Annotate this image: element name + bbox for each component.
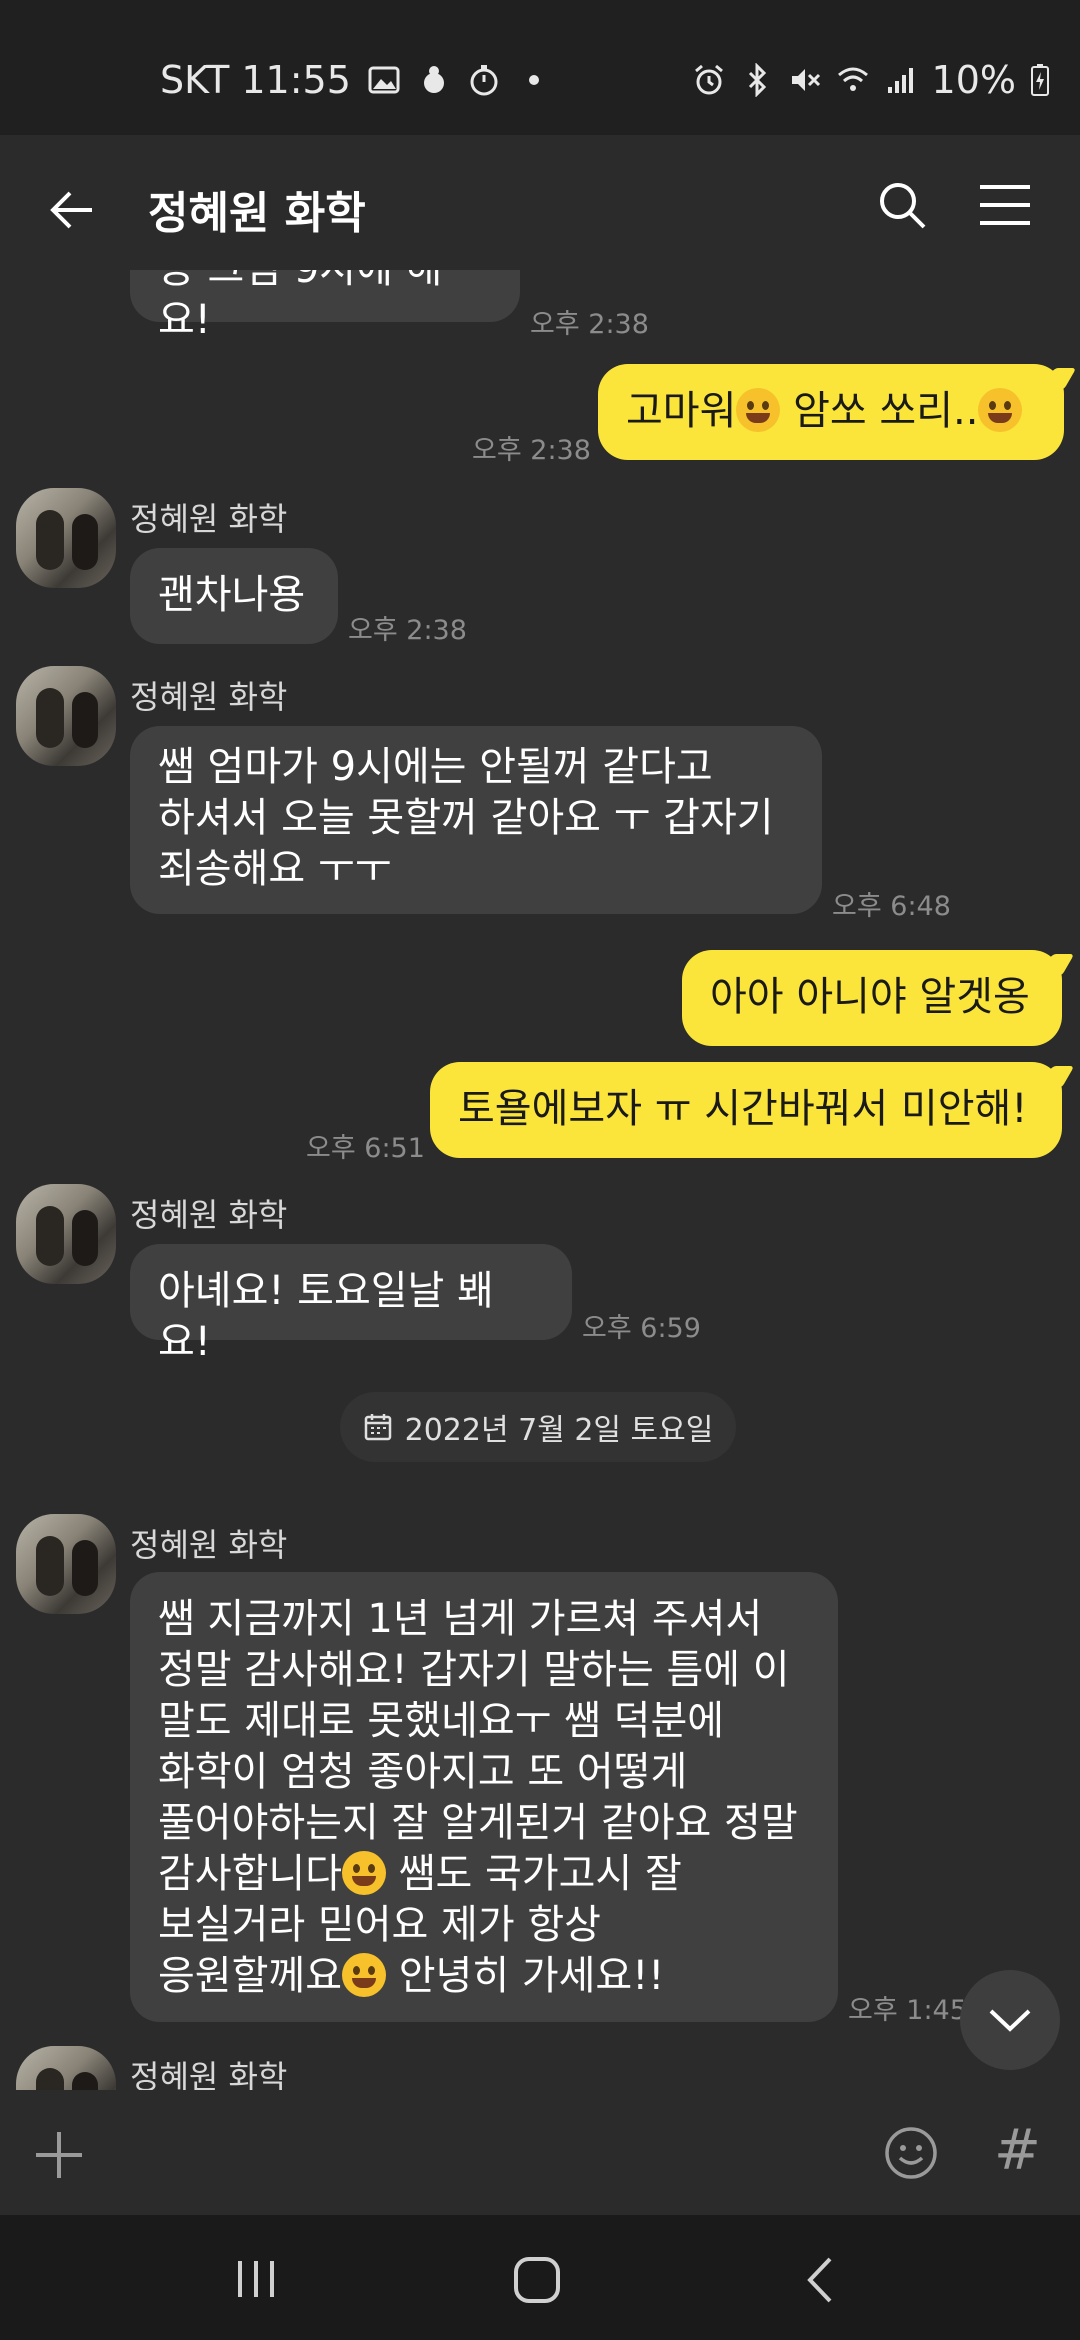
bluetooth-icon (748, 63, 766, 97)
message-line: 보실거라 믿어요 제가 항상 (158, 1902, 601, 1948)
system-nav-bar (0, 2215, 1080, 2340)
message-bubble[interactable]: 꽁 그럼 9시에 해요! (130, 270, 520, 343)
message-text: 아아 아니야 알겟옹 (710, 974, 1030, 1020)
message-line: 감사합니다 쌤도 국가고시 잘 (158, 1851, 682, 1897)
home-icon[interactable] (512, 2255, 562, 2305)
message-time: 오후 2:38 (348, 615, 467, 646)
message-line: 쌤 엄마가 9시에는 안될꺼 같다고 (158, 744, 713, 790)
message-list[interactable]: 꽁 그럼 9시에 해요! 오후 2:38 고마워 암쏘 쏘리.. 오후 2:38… (0, 270, 1080, 2090)
carrier-time: SKT 11:55 (160, 58, 351, 102)
menu-icon[interactable] (978, 183, 1032, 227)
chat-title: 정혜원 화학 (148, 188, 366, 239)
message-line: 풀어야하는지 잘 알게된거 같아요 정말 (158, 1800, 798, 1846)
date-text: 2022년 7월 2일 토요일 (404, 1413, 714, 1448)
message-line: 쌤 지금까지 1년 넘게 가르쳐 주셔서 (158, 1596, 763, 1642)
message-bubble[interactable]: 아녜요! 토요일날 봬요! (130, 1244, 572, 1365)
sender-name: 정혜원 화학 (130, 678, 288, 716)
status-bar: SKT 11:55 10% (0, 0, 1080, 135)
message-time: 오후 6:59 (582, 1313, 701, 1344)
grinning-emoji-icon (736, 388, 781, 432)
recent-apps-icon[interactable] (234, 2257, 278, 2301)
message-text: 꽁 그럼 9시에 해요! (158, 270, 442, 343)
message-line: 응원할께요 안녕히 가세요!! (158, 1953, 665, 1999)
status-right: 10% (692, 58, 1050, 102)
message-text: 고마워 (626, 388, 737, 434)
search-icon[interactable] (876, 179, 928, 231)
avatar[interactable] (16, 1514, 116, 1614)
wifi-icon (837, 67, 868, 91)
back-nav-icon[interactable] (802, 2255, 838, 2305)
message-bubble[interactable]: 아아 아니야 알겟옹 (682, 950, 1062, 1046)
message-bubble[interactable]: 쌤 엄마가 9시에는 안될꺼 같다고 하셔서 오늘 못할꺼 같아요 ㅜ 갑자기 … (130, 726, 822, 914)
message-time: 오후 2:38 (472, 435, 591, 466)
message-input-bar[interactable]: # (0, 2090, 1080, 2215)
avatar[interactable] (16, 1184, 116, 1284)
message-time: 오후 1:45 (848, 1995, 967, 2026)
battery-charging-icon (1031, 64, 1049, 96)
calendar-icon (364, 1414, 391, 1441)
message-text: 괜차나용 (158, 572, 306, 618)
scroll-to-bottom-button[interactable] (960, 1970, 1060, 2070)
notification-app-icon (423, 66, 444, 93)
chat-header: 정혜원 화학 (0, 135, 1080, 285)
message-bubble[interactable]: 고마워 암쏘 쏘리.. (598, 364, 1064, 460)
message-time: 오후 6:51 (306, 1133, 425, 1164)
emoji-icon[interactable] (884, 2126, 938, 2180)
message-text: 암쏘 쏘리.. (780, 388, 979, 434)
signal-icon (887, 68, 913, 93)
message-bubble[interactable]: 쌤 지금까지 1년 넘게 가르쳐 주셔서 정말 감사해요! 갑자기 말하는 틈에… (130, 1572, 838, 2022)
message-bubble[interactable]: 토욜에보자 ㅠ 시간바꿔서 미안해! (430, 1062, 1062, 1158)
sender-name: 정혜원 화학 (130, 1526, 288, 1564)
message-line: 정말 감사해요! 갑자기 말하는 틈에 이 (158, 1647, 790, 1693)
timer-icon (470, 65, 498, 96)
smiling-emoji-icon (342, 1851, 386, 1895)
message-line: 화학이 엄청 좋아지고 또 어떻게 (158, 1749, 688, 1795)
sender-name: 정혜원 화학 (130, 1196, 288, 1234)
sender-name: 정혜원 화학 (130, 500, 288, 538)
hugging-emoji-icon (342, 1953, 386, 1997)
avatar[interactable] (16, 2046, 116, 2090)
message-text: 아녜요! 토요일날 봬요! (158, 1268, 494, 1365)
laughing-tears-emoji-icon (978, 388, 1023, 432)
message-bubble[interactable]: 괜차나용 (130, 548, 338, 644)
message-time: 오후 2:38 (530, 309, 649, 340)
mute-icon (791, 69, 820, 91)
alarm-icon (694, 64, 723, 95)
message-text: 토욜에보자 ㅠ 시간바꿔서 미안해! (458, 1086, 1028, 1132)
avatar[interactable] (16, 666, 116, 766)
plus-icon[interactable] (34, 2130, 84, 2180)
message-line: 말도 제대로 못했네요ㅜ 쌤 덕분에 (158, 1698, 725, 1744)
message-time: 오후 6:48 (832, 891, 951, 922)
chevron-down-icon (989, 2009, 1031, 2032)
battery-percent: 10% (931, 58, 1016, 102)
back-arrow-icon[interactable] (48, 185, 98, 235)
message-line: 죄송해요 ㅜㅜ (158, 846, 392, 892)
message-line: 하셔서 오늘 못할꺼 같아요 ㅜ 갑자기 (158, 795, 774, 841)
avatar[interactable] (16, 488, 116, 588)
status-left: SKT 11:55 (160, 58, 539, 102)
more-notifications-dot (528, 75, 539, 85)
date-divider: 2022년 7월 2일 토요일 (340, 1392, 736, 1462)
gallery-icon (368, 66, 400, 94)
sender-name: 정혜원 화학 (130, 2058, 288, 2090)
hashtag-icon[interactable]: # (994, 2118, 1041, 2183)
